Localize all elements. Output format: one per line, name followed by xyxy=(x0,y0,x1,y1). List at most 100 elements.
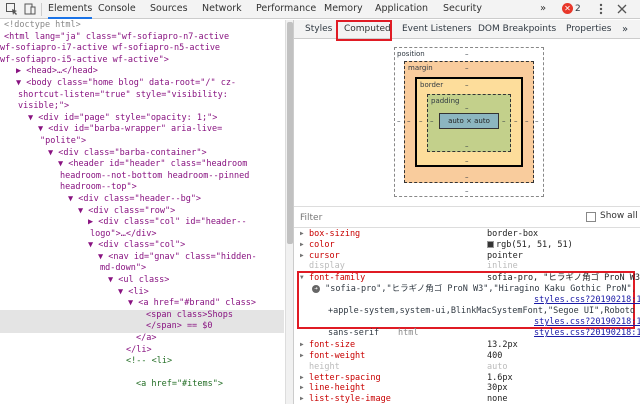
dom-node-text: headroom--top"> xyxy=(60,182,137,193)
tab-elements[interactable]: Elements xyxy=(48,0,92,19)
dom-node[interactable]: wf-sofiapro-i5-active wf-active"> xyxy=(0,55,284,67)
more-sidebar-tabs[interactable]: » xyxy=(622,20,628,39)
error-count[interactable]: 2 xyxy=(575,2,581,16)
border-bottom-value: – xyxy=(465,157,469,165)
dom-node[interactable]: md-down"> xyxy=(0,263,284,275)
expand-icon[interactable]: ▶ xyxy=(300,229,304,240)
dom-node[interactable]: ▼ <nav id="gnav" class="hidden- xyxy=(0,252,284,264)
dom-node-selected[interactable]: </span> == $0 xyxy=(0,321,284,334)
dom-node[interactable]: </li> xyxy=(0,345,284,357)
tab-properties[interactable]: Properties xyxy=(566,20,611,39)
filter-input[interactable] xyxy=(300,210,500,225)
dom-node-text: wf-sofiapro-i7-active wf-sofiapro-n5-act… xyxy=(0,43,221,54)
dom-node[interactable]: ▼ <div id="page" style="opacity: 1;"> xyxy=(0,113,284,125)
dom-node-text: </li> xyxy=(126,344,152,355)
dom-node-text: ▼ <body class="home blog" data-root="/" … xyxy=(16,77,237,88)
goto-rule-icon[interactable]: ➔ xyxy=(312,284,320,293)
dom-node[interactable] xyxy=(0,368,284,380)
tab-application[interactable]: Application xyxy=(375,0,428,19)
dom-node-text: shortcut-listen="true" style="visibility… xyxy=(18,89,228,100)
color-swatch-icon[interactable] xyxy=(487,240,494,248)
dom-node[interactable]: ▼ <li> xyxy=(0,287,284,299)
property-row[interactable]: ▶ line-height 30px xyxy=(294,383,640,394)
property-row[interactable]: ▶ box-sizing border-box xyxy=(294,229,640,240)
tab-event-listeners[interactable]: Event Listeners xyxy=(402,20,472,39)
expand-icon[interactable]: ▶ xyxy=(300,340,304,351)
dom-node[interactable]: visible;"> xyxy=(0,101,284,113)
expand-icon[interactable]: ▶ xyxy=(300,383,304,394)
dom-node[interactable]: ▼ <div id="barba-wrapper" aria-live= xyxy=(0,124,284,136)
property-row[interactable]: ▶ cursor pointer xyxy=(294,251,640,262)
more-tabs-button[interactable]: » xyxy=(540,0,546,19)
tab-network[interactable]: Network xyxy=(202,0,242,19)
property-row[interactable]: ▶ list-style-image none xyxy=(294,394,640,404)
dom-node[interactable]: logo">…</div> xyxy=(0,229,284,241)
show-all-checkbox[interactable] xyxy=(586,212,596,222)
property-value: pointer xyxy=(487,250,523,261)
dom-node[interactable]: wf-sofiapro-i7-active wf-sofiapro-n5-act… xyxy=(0,43,284,55)
dom-node[interactable]: ▼ <body class="home blog" data-root="/" … xyxy=(0,78,284,90)
close-icon[interactable] xyxy=(615,2,629,16)
property-row[interactable]: ▶ font-size 13.2px xyxy=(294,340,640,351)
property-row[interactable]: ▶ color rgb(51, 51, 51) xyxy=(294,240,640,251)
expand-icon[interactable]: ▶ xyxy=(300,394,304,404)
expand-icon[interactable]: ▶ xyxy=(300,240,304,251)
dom-node[interactable]: headroom--top"> xyxy=(0,182,284,194)
dom-node[interactable]: <!doctype html> xyxy=(0,20,284,32)
tab-console[interactable]: Console xyxy=(98,0,136,19)
dom-node[interactable]: "polite"> xyxy=(0,136,284,148)
property-value: 1.6px xyxy=(487,372,513,383)
dom-node[interactable]: ▼ <a href="#brand" class> xyxy=(0,298,284,310)
dom-node[interactable]: <a href="#items"> xyxy=(0,379,284,391)
property-row[interactable]: ▶ letter-spacing 1.6px xyxy=(294,373,640,384)
margin-top-value: – xyxy=(465,64,469,72)
dom-node[interactable]: headroom--not-bottom headroom--pinned xyxy=(0,171,284,183)
padding-right-value: – xyxy=(502,117,506,125)
property-row[interactable]: ▼ font-family sofia-pro, "ヒラギノ角ゴ ProN W3"… xyxy=(294,273,640,284)
expand-icon[interactable]: ▶ xyxy=(300,351,304,362)
collapse-icon[interactable]: ▼ xyxy=(300,273,304,284)
dom-node[interactable]: ▼ <div class="row"> xyxy=(0,206,284,218)
inspect-element-icon[interactable] xyxy=(5,2,19,16)
tab-security[interactable]: Security xyxy=(443,0,482,19)
dom-node[interactable]: ▼ <ul class> xyxy=(0,275,284,287)
dom-node[interactable]: ▼ <div class="col"> xyxy=(0,240,284,252)
dom-node-selected[interactable]: <span class>Shops xyxy=(0,309,284,322)
elements-tree[interactable]: <!doctype html> <html lang="ja" class="wf… xyxy=(0,20,284,404)
source-link[interactable]: styles.css?20190218:1 xyxy=(534,328,640,339)
tab-memory[interactable]: Memory xyxy=(324,0,363,19)
dom-node-text: ▼ <div id="barba-wrapper" aria-live= xyxy=(38,124,223,135)
property-row[interactable]: height auto xyxy=(294,362,640,373)
error-icon[interactable]: ✕ xyxy=(562,3,573,14)
dom-node-text: <!doctype html> xyxy=(4,20,81,30)
computed-tab-highlight xyxy=(336,20,392,41)
tab-sources[interactable]: Sources xyxy=(150,0,188,19)
dom-node[interactable]: <html lang="ja" class="wf-sofiapro-n7-ac… xyxy=(0,32,284,44)
dom-node-text: md-down"> xyxy=(100,263,147,274)
property-value: border-box xyxy=(487,229,539,239)
dom-node[interactable]: ▼ <header id="header" class="headroom xyxy=(0,159,284,171)
source-link[interactable]: styles.css?20190218:1 xyxy=(534,295,640,306)
source-link[interactable]: styles.css?20190218:1 xyxy=(534,317,640,328)
show-all-label: Show all xyxy=(600,211,638,221)
tab-dom-breakpoints[interactable]: DOM Breakpoints xyxy=(478,20,556,39)
more-options-icon[interactable] xyxy=(594,2,608,16)
property-name: font-weight xyxy=(309,350,366,361)
dom-node[interactable]: ▶ <head>…</head> xyxy=(0,66,284,78)
dom-node[interactable]: </a> xyxy=(0,333,284,345)
font-family-trace: ➔ "sofia-pro","ヒラギノ角ゴ ProN W3","Hiragino… xyxy=(312,284,634,295)
dom-node-text: ▼ <div class="col"> xyxy=(88,240,186,251)
dom-node[interactable]: ▼ <div class="header--bg"> xyxy=(0,194,284,206)
dom-node[interactable]: ▶ <div class="col" id="header-- xyxy=(0,217,284,229)
device-toolbar-icon[interactable] xyxy=(23,2,37,16)
tab-performance[interactable]: Performance xyxy=(256,0,316,19)
elements-scrollbar[interactable] xyxy=(285,20,293,404)
dom-node[interactable]: shortcut-listen="true" style="visibility… xyxy=(0,90,284,102)
property-row[interactable]: ▶ font-weight 400 xyxy=(294,351,640,362)
expand-icon[interactable]: ▶ xyxy=(300,373,304,384)
tab-styles[interactable]: Styles xyxy=(305,20,332,39)
expand-icon[interactable]: ▶ xyxy=(300,251,304,262)
dom-node[interactable]: <!-- <li> xyxy=(0,356,284,368)
border-right-value: – xyxy=(514,117,518,125)
dom-node[interactable]: ▼ <div class="barba-container"> xyxy=(0,148,284,160)
